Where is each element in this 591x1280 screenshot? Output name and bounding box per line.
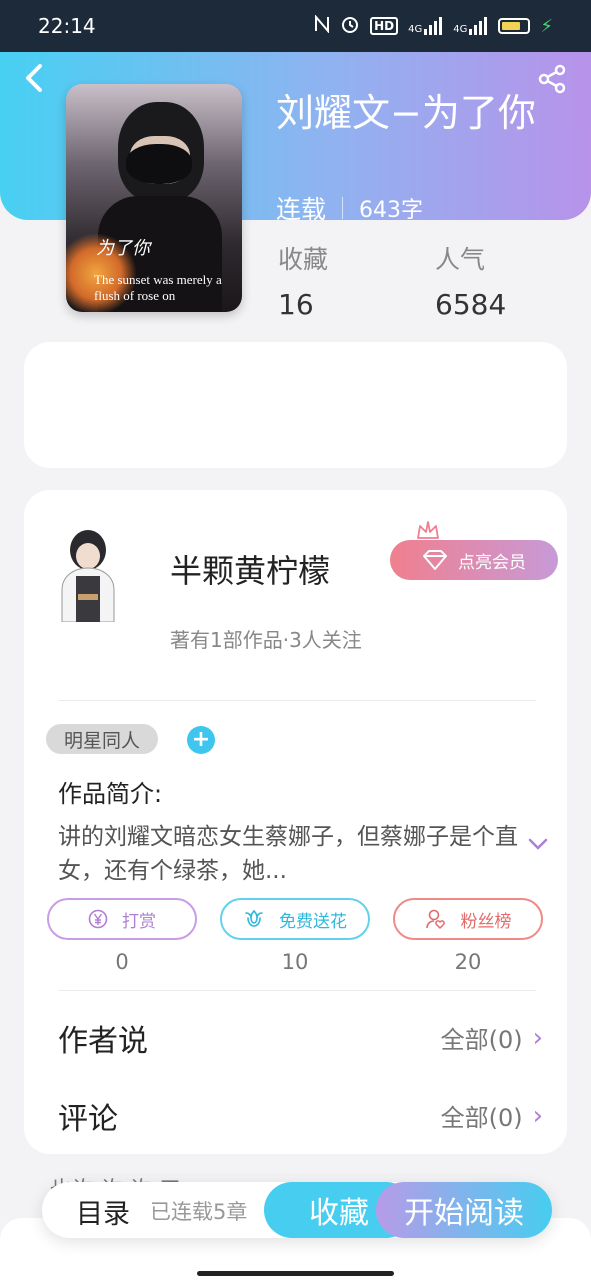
fan-count: 20 <box>454 950 482 974</box>
hd-icon: HD <box>370 17 399 35</box>
stat-value: 16 <box>278 288 314 321</box>
diamond-icon <box>423 550 447 570</box>
book-meta: 连载 643字 <box>276 190 423 226</box>
flower-count: 10 <box>281 950 309 974</box>
book-cover[interactable]: 为了你 The sunset was merely a flush of ros… <box>66 84 242 312</box>
book-status: 连载 <box>276 195 327 224</box>
stat-popularity: 人气 6584 <box>435 240 506 321</box>
toc-button[interactable]: 目录 <box>76 1192 130 1231</box>
genre-tag[interactable]: 明星同人 <box>46 724 158 754</box>
status-icons: HD 4G 4G ⚡ <box>314 14 553 38</box>
alarm-icon <box>340 14 360 38</box>
stat-favorites: 收藏 16 <box>278 240 328 321</box>
fan-ranking-label: 粉丝榜 <box>460 911 512 932</box>
reward-label: 打赏 <box>122 911 156 932</box>
status-bar: 22:14 HD 4G 4G ⚡ <box>0 0 591 52</box>
status-time: 22:14 <box>38 14 96 38</box>
chapter-count: 已连载5章 <box>150 1200 248 1224</box>
bottom-action-bar: 目录 已连载5章 收藏 开始阅读 <box>42 1182 552 1238</box>
comments-all-link[interactable]: 全部(0) › <box>441 1098 543 1133</box>
reward-button[interactable]: 打赏 <box>47 898 197 940</box>
add-tag-button[interactable]: + <box>187 726 215 754</box>
yen-icon <box>88 909 108 929</box>
author-info: 著有1部作品·3人关注 <box>170 628 362 652</box>
send-flower-label: 免费送花 <box>279 911 347 932</box>
vip-button[interactable]: 点亮会员 <box>390 540 558 580</box>
user-heart-icon <box>425 909 445 930</box>
meta-divider <box>342 197 344 219</box>
author-name[interactable]: 半颗黄柠檬 <box>170 546 330 592</box>
author-says-all-link[interactable]: 全部(0) › <box>441 1020 543 1055</box>
favorite-label: 收藏 <box>309 1196 369 1231</box>
home-indicator[interactable] <box>197 1271 394 1276</box>
author-says-label: 作者说 <box>58 1024 148 1059</box>
signal-4g-icon-2: 4G <box>453 17 488 35</box>
author-says-count: 全部(0) <box>440 1026 523 1054</box>
comments-count: 全部(0) <box>440 1104 523 1132</box>
divider <box>58 700 536 701</box>
author-avatar[interactable] <box>50 524 126 623</box>
comments-label: 评论 <box>58 1102 118 1137</box>
chevron-left-icon <box>26 64 42 92</box>
back-button[interactable] <box>22 62 48 94</box>
start-reading-button[interactable]: 开始阅读 <box>376 1182 552 1238</box>
chevron-down-icon <box>528 838 548 850</box>
flower-icon <box>245 909 263 927</box>
nfc-icon <box>314 14 330 37</box>
battery-icon <box>498 18 531 34</box>
book-title: 刘耀文−为了你 <box>276 91 536 135</box>
word-count: 643字 <box>359 198 424 223</box>
network-label-2: 4G <box>453 24 468 35</box>
stat-label: 收藏 <box>278 245 329 274</box>
fan-ranking-button[interactable]: 粉丝榜 <box>393 898 543 940</box>
intro-text: 讲的刘耀文暗恋女生蔡娜子，但蔡娜子是个直女，还有个绿茶，她... <box>58 824 518 884</box>
stat-value: 6584 <box>435 288 507 321</box>
send-flower-button[interactable]: 免费送花 <box>220 898 370 940</box>
cover-text: The sunset was merely a flush of rose on <box>94 272 222 303</box>
empty-card <box>24 342 567 468</box>
chevron-right-icon: › <box>532 1100 543 1131</box>
network-label-1: 4G <box>408 24 423 35</box>
vip-button-label: 点亮会员 <box>458 552 526 573</box>
intro-title: 作品简介: <box>58 780 163 808</box>
cover-title: 为了你 <box>96 238 150 259</box>
charging-icon: ⚡ <box>540 15 553 37</box>
reward-count: 0 <box>115 950 129 974</box>
expand-button[interactable] <box>528 836 548 852</box>
chevron-right-icon: › <box>532 1022 543 1053</box>
cover-mask <box>126 144 192 184</box>
stat-label: 人气 <box>435 245 486 274</box>
divider <box>58 990 536 991</box>
start-reading-label: 开始阅读 <box>404 1196 524 1231</box>
crown-icon <box>416 520 440 540</box>
signal-4g-icon: 4G <box>408 17 443 35</box>
